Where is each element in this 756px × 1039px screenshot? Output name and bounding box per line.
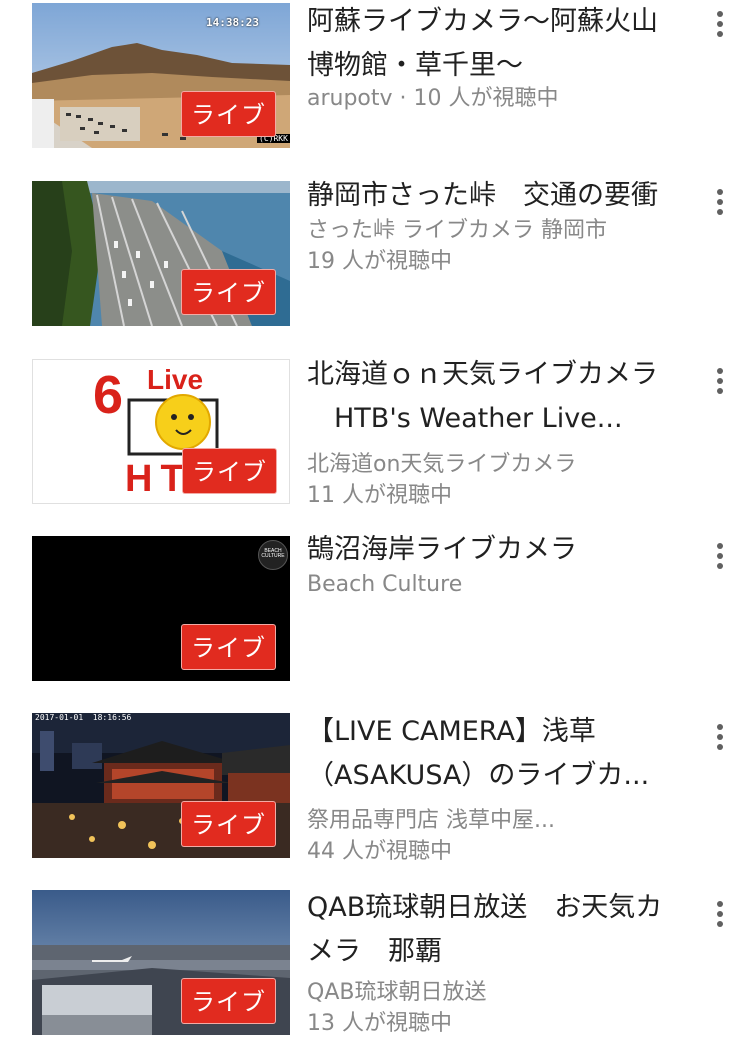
video-channel: 祭用品専門店 浅草中屋... (307, 808, 555, 833)
live-badge: ライブ (181, 91, 276, 137)
video-viewers: 19 人が視聴中 (307, 249, 452, 274)
video-channel: 北海道on天気ライブカメラ (307, 452, 577, 477)
video-thumbnail[interactable]: ライブ (32, 890, 290, 1035)
live-badge: ライブ (181, 801, 276, 847)
video-viewers: 44 人が視聴中 (307, 839, 452, 864)
live-badge: ライブ (181, 624, 276, 670)
more-options-icon[interactable] (710, 720, 730, 754)
video-title[interactable]: 静岡市さった峠 交通の要衝 (307, 174, 702, 218)
more-options-icon[interactable] (710, 185, 730, 219)
live-badge: ライブ (181, 978, 276, 1024)
video-thumbnail[interactable]: 6 Live HTB ライブ (32, 359, 290, 504)
more-options-icon[interactable] (710, 7, 730, 41)
video-viewers: 11 人が視聴中 (307, 483, 452, 508)
video-meta: arupotv · 10 人が視聴中 (307, 86, 559, 111)
video-channel: Beach Culture (307, 572, 463, 597)
live-logo-text: Live (147, 364, 204, 395)
video-title[interactable]: 【LIVE CAMERA】浅草 （ASAKUSA）のライブカ... (307, 710, 702, 798)
timestamp-overlay: 14:38:23 (206, 16, 259, 29)
more-options-icon[interactable] (710, 539, 730, 573)
more-options-icon[interactable] (710, 364, 730, 398)
video-thumbnail[interactable]: 14:38:23 (C)RKK ライブ (32, 3, 290, 148)
live-badge: ライブ (181, 269, 276, 315)
video-thumbnail[interactable]: 2017-01-01 18:16:56 ライブ (32, 713, 290, 858)
video-title[interactable]: QAB琉球朝日放送 お天気カ メラ 那覇 (307, 886, 702, 974)
video-channel: QAB琉球朝日放送 (307, 980, 487, 1005)
video-title[interactable]: 北海道ｏｎ天気ライブカメラ HTB's Weather Live... (307, 353, 702, 441)
video-thumbnail[interactable]: ライブ (32, 181, 290, 326)
channel-number-logo: 6 (93, 365, 124, 425)
video-title[interactable]: 阿蘇ライブカメラ〜阿蘇火山 博物館・草千里〜 (307, 0, 702, 88)
video-thumbnail[interactable]: BEACH CULTURE ライブ (32, 536, 290, 681)
channel-logo-text: BEACH CULTURE (261, 548, 285, 559)
more-options-icon[interactable] (710, 897, 730, 931)
video-title[interactable]: 鵠沼海岸ライブカメラ (307, 528, 702, 572)
timestamp-overlay: 2017-01-01 18:16:56 (35, 713, 132, 722)
video-channel: さった峠 ライブカメラ 静岡市 (307, 218, 607, 243)
live-badge: ライブ (182, 448, 277, 494)
